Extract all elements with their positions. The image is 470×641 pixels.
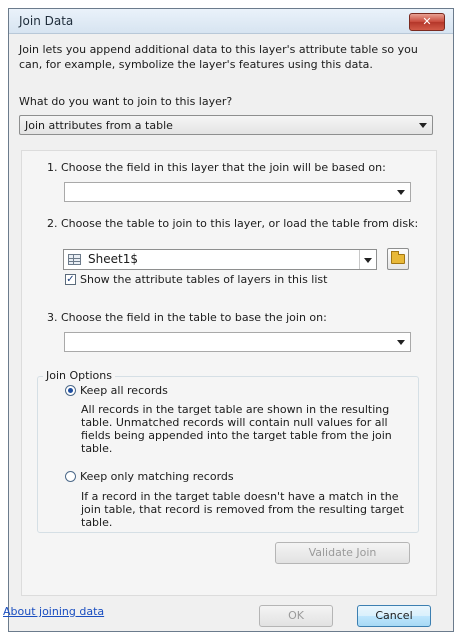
step3-label: 3. Choose the field in the table to base… xyxy=(47,311,327,324)
join-table-dropdown[interactable]: Sheet1$ xyxy=(63,249,377,270)
chevron-down-icon xyxy=(397,340,405,345)
table-field-dropdown[interactable] xyxy=(64,332,411,352)
table-icon xyxy=(68,254,81,265)
keep-matching-records-description: If a record in the target table doesn't … xyxy=(81,490,404,529)
show-layer-tables-label: Show the attribute tables of layers in t… xyxy=(80,273,328,286)
close-button[interactable]: ✕ xyxy=(409,13,445,31)
join-table-dropdown-button[interactable] xyxy=(359,250,376,269)
folder-open-icon xyxy=(391,251,405,264)
ok-button[interactable]: OK xyxy=(259,605,333,627)
dialog-title: Join Data xyxy=(19,14,74,28)
show-layer-tables-checkbox[interactable]: ✓ xyxy=(65,274,76,285)
chevron-down-icon xyxy=(364,258,372,263)
keep-matching-records-label: Keep only matching records xyxy=(80,470,234,483)
join-type-dropdown[interactable]: Join attributes from a table xyxy=(19,115,433,135)
validate-join-button[interactable]: Validate Join xyxy=(275,542,410,564)
join-question-label: What do you want to join to this layer? xyxy=(19,95,233,108)
join-table-value: Sheet1$ xyxy=(88,252,138,266)
cancel-button[interactable]: Cancel xyxy=(357,605,431,627)
intro-description: Join lets you append additional data to … xyxy=(19,43,418,71)
title-bar: Join Data ✕ xyxy=(9,9,453,34)
keep-all-records-radio[interactable] xyxy=(65,385,76,396)
join-data-dialog: Join Data ✕ Join lets you append additio… xyxy=(3,8,454,632)
step2-label: 2. Choose the table to join to this laye… xyxy=(47,217,419,230)
join-type-value: Join attributes from a table xyxy=(25,119,173,132)
about-joining-data-link[interactable]: About joining data xyxy=(3,605,104,618)
chevron-down-icon xyxy=(419,123,427,128)
keep-matching-records-radio[interactable] xyxy=(65,471,76,482)
chevron-down-icon xyxy=(397,190,405,195)
keep-all-records-label: Keep all records xyxy=(80,384,168,397)
dialog-body: Join lets you append additional data to … xyxy=(3,34,453,631)
layer-field-dropdown[interactable] xyxy=(64,182,411,202)
join-options-title: Join Options xyxy=(43,369,115,382)
keep-all-records-description: All records in the target table are show… xyxy=(81,403,392,455)
browse-table-button[interactable] xyxy=(387,248,409,270)
step1-label: 1. Choose the field in this layer that t… xyxy=(47,161,386,174)
